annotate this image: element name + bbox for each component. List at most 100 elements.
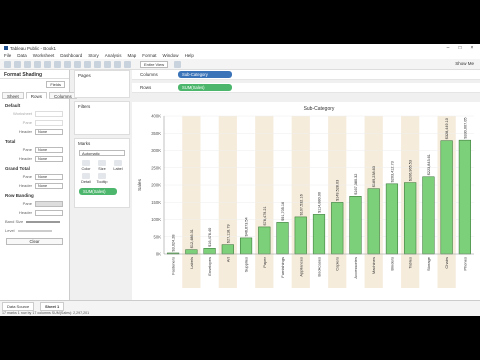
bar <box>349 196 362 255</box>
header-label: Header <box>18 156 32 161</box>
label-button[interactable]: Label <box>111 160 125 171</box>
save-icon[interactable] <box>34 60 41 68</box>
y-tick-label: 200K <box>151 183 161 188</box>
pages-card-title: Pages <box>78 73 91 78</box>
category-label: Binders <box>389 257 394 271</box>
sheet1-tab[interactable]: Sheet 1 <box>40 302 65 311</box>
status-bar: Data Source Sheet 1 17 marks 1 row by 17… <box>0 300 480 316</box>
menu-data[interactable]: Data <box>17 53 27 58</box>
data-label: $78,479.21 <box>263 206 267 225</box>
grand-total-pane-dropdown[interactable]: None <box>35 173 63 180</box>
menu-analysis[interactable]: Analysis <box>105 53 122 58</box>
data-label: $12,486.31 <box>190 229 194 248</box>
group-icon[interactable] <box>104 60 111 68</box>
banding-header-dropdown[interactable] <box>35 209 63 216</box>
sort-asc-icon[interactable] <box>74 60 81 68</box>
rows-shelf[interactable]: Rows SUM(Sales) <box>132 83 480 93</box>
sum-sales-pill[interactable]: SUM(Sales) <box>178 84 232 91</box>
show-me-button[interactable]: Show Me <box>455 61 474 66</box>
redo-icon[interactable] <box>24 60 31 68</box>
highlight-icon[interactable] <box>94 60 101 68</box>
new-datasource-icon[interactable] <box>44 60 51 68</box>
default-pane-dropdown[interactable] <box>35 119 63 126</box>
view-size-dropdown[interactable]: Entire View <box>140 60 169 68</box>
total-header-dropdown[interactable]: None <box>35 155 63 162</box>
cards-area: Pages Filters Marks Automatic Color Size… <box>74 70 130 300</box>
bar-chart[interactable]: Sub-Category 0K 50K 100K 150K 200K 250K 300K 350… <box>132 102 480 300</box>
grand-total-header-dropdown[interactable]: None <box>35 182 63 189</box>
toolbar: Entire View Show Me <box>0 59 480 70</box>
data-label: $107,532.16 <box>299 194 303 215</box>
data-source-tab[interactable]: Data Source <box>2 302 35 311</box>
menu-map[interactable]: Map <box>128 53 137 58</box>
tab-rows[interactable]: Rows <box>25 92 48 99</box>
bar <box>258 226 271 255</box>
tooltip-button[interactable]: Tooltip <box>95 173 109 184</box>
app-icon <box>4 46 8 50</box>
category-label: Phones <box>462 257 467 271</box>
sort-desc-icon[interactable] <box>84 60 91 68</box>
level-slider[interactable] <box>17 229 52 232</box>
tab-sheet[interactable]: Sheet <box>2 92 24 99</box>
bar <box>276 222 289 255</box>
category-label: Bookcases <box>317 257 322 277</box>
size-label: Size <box>98 167 106 171</box>
banding-pane-dropdown[interactable] <box>35 200 63 207</box>
marks-sum-sales-pill[interactable]: SUM(Sales) <box>79 188 117 195</box>
mark-type-dropdown[interactable]: Automatic <box>79 150 125 156</box>
pane-label: Pane <box>22 120 32 125</box>
sub-category-pill[interactable]: Sub-Category <box>178 71 232 78</box>
menu-dashboard[interactable]: Dashboard <box>60 53 82 58</box>
band-size-slider[interactable] <box>26 220 61 223</box>
menu-format[interactable]: Format <box>142 53 156 58</box>
menu-bar: File Data Worksheet Dashboard Story Analysis M… <box>0 52 480 59</box>
worksheet-shading-dropdown[interactable] <box>35 110 63 117</box>
minimize-icon[interactable]: – <box>442 44 454 52</box>
size-button[interactable]: Size <box>95 160 109 171</box>
data-label: $206,965.53 <box>409 160 413 181</box>
default-header-dropdown[interactable]: None <box>35 128 63 135</box>
close-icon[interactable]: × <box>466 44 478 52</box>
y-tick-label: 250K <box>151 165 161 170</box>
chart-view[interactable]: Sub-Category 0K 50K 100K 150K 200K 250K 300K 350… <box>132 102 480 300</box>
new-sheet-icon[interactable] <box>54 60 61 68</box>
maximize-icon[interactable]: □ <box>454 44 466 52</box>
menu-worksheet[interactable]: Worksheet <box>33 53 54 58</box>
data-label: $189,238.63 <box>372 166 376 187</box>
pages-card[interactable]: Pages <box>74 70 130 98</box>
data-label: $46,673.54 <box>245 217 249 236</box>
data-label: $3,024.28 <box>172 235 176 252</box>
menu-story[interactable]: Story <box>88 53 99 58</box>
tableau-logo-icon[interactable] <box>4 60 11 68</box>
category-label: Copiers <box>335 257 340 271</box>
y-tick-label: 50K <box>154 234 162 239</box>
bar <box>312 214 326 255</box>
pane-label: Pane <box>22 174 32 179</box>
data-label: $223,843.61 <box>427 154 431 175</box>
total-pane-dropdown[interactable]: None <box>35 146 63 153</box>
detail-button[interactable]: Detail <box>79 173 93 184</box>
columns-shelf-label: Columns <box>140 72 158 77</box>
fix-axes-icon[interactable] <box>124 60 131 68</box>
fields-dropdown[interactable]: Fields <box>46 81 65 88</box>
filters-card[interactable]: Filters <box>74 101 130 135</box>
label-label: Label <box>113 167 123 171</box>
format-shading-pane: Format Shading Fields Sheet Rows Columns… <box>0 70 77 300</box>
section-default: Default <box>5 103 21 108</box>
presentation-icon[interactable] <box>174 60 182 68</box>
undo-icon[interactable] <box>14 60 21 68</box>
columns-shelf[interactable]: Columns Sub-Category <box>132 70 480 80</box>
menu-help[interactable]: Help <box>185 53 194 58</box>
menu-window[interactable]: Window <box>163 53 179 58</box>
bar <box>185 249 198 255</box>
label-icon[interactable] <box>114 60 121 68</box>
data-label: $328,449.10 <box>445 118 449 139</box>
clear-button[interactable]: Clear <box>6 238 63 245</box>
tooltip-icon <box>98 173 106 179</box>
color-button[interactable]: Color <box>79 160 93 171</box>
menu-file[interactable]: File <box>4 53 11 58</box>
tab-columns[interactable]: Columns <box>49 92 77 99</box>
category-label: Envelopes <box>207 257 212 276</box>
swap-icon[interactable] <box>64 60 71 68</box>
chart-title: Sub-Category <box>304 106 335 112</box>
